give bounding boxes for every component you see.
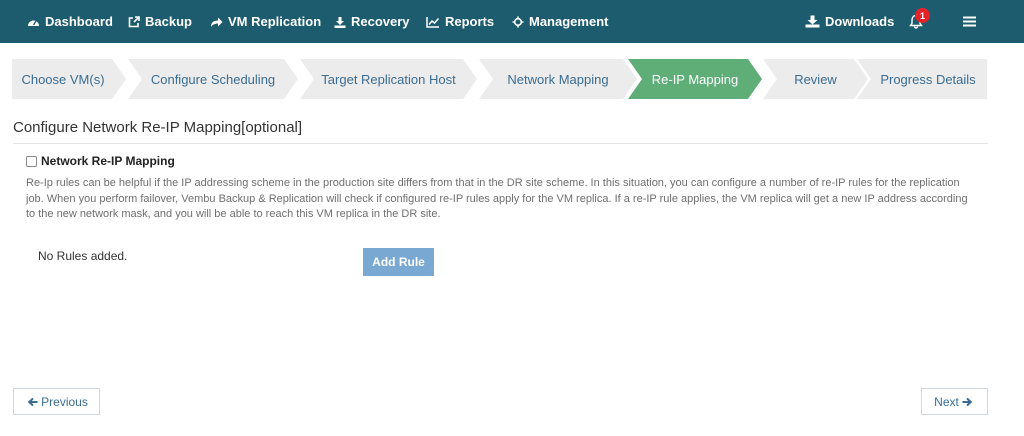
- dashboard-icon: [28, 20, 39, 26]
- nav-reports-label: Reports: [445, 14, 495, 29]
- add-rule-button[interactable]: Add Rule: [363, 248, 434, 276]
- re-ip-mapping-checkbox[interactable]: [26, 155, 37, 167]
- step-choose-vms-label: Choose VM(s): [21, 71, 105, 87]
- download-tray-icon: [334, 16, 346, 28]
- crosshair-icon: [512, 16, 524, 27]
- step-re-ip-mapping-label: Re-IP Mapping: [651, 71, 739, 87]
- arrow-right-icon: [962, 397, 972, 406]
- step-network-mapping-label: Network Mapping: [507, 71, 609, 87]
- step-choose-vms[interactable]: Choose VM(s): [12, 59, 126, 99]
- step-configure-scheduling[interactable]: Configure Scheduling: [128, 59, 298, 99]
- nav-recovery-label: Recovery: [351, 14, 410, 29]
- nav-management[interactable]: Management: [512, 0, 608, 43]
- step-target-replication-host-label: Target Replication Host: [321, 71, 456, 87]
- nav-downloads[interactable]: Downloads: [805, 0, 894, 43]
- previous-button[interactable]: Previous: [13, 388, 100, 415]
- step-re-ip-mapping[interactable]: Re-IP Mapping: [628, 59, 762, 99]
- nav-reports[interactable]: Reports: [426, 0, 494, 43]
- top-navbar: Dashboard Backup VM Replication Recovery…: [0, 0, 1024, 43]
- nav-dashboard-label: Dashboard: [45, 14, 113, 29]
- nav-vm-replication[interactable]: VM Replication: [210, 0, 321, 43]
- nav-backup-label: Backup: [145, 14, 192, 29]
- line-chart-icon: [426, 16, 440, 28]
- re-ip-description: Re-Ip rules can be helpful if the IP add…: [26, 177, 968, 220]
- wizard-steps: Choose VM(s) Configure Scheduling Target R…: [12, 59, 987, 99]
- step-review-label: Review: [794, 71, 837, 87]
- step-progress-details[interactable]: Progress Details: [857, 59, 987, 99]
- arrow-left-icon: [28, 397, 38, 406]
- step-configure-scheduling-label: Configure Scheduling: [150, 71, 276, 87]
- next-button-label: Next: [934, 394, 959, 409]
- step-progress-details-label: Progress Details: [880, 71, 976, 87]
- step-target-replication-host[interactable]: Target Replication Host: [300, 59, 477, 99]
- nav-recovery[interactable]: Recovery: [334, 0, 410, 43]
- previous-button-label: Previous: [41, 394, 88, 409]
- next-button[interactable]: Next: [921, 388, 988, 415]
- nav-management-label: Management: [529, 14, 609, 29]
- nav-vm-replication-label: VM Replication: [228, 14, 322, 29]
- menu-button[interactable]: [963, 0, 981, 43]
- re-ip-mapping-checkbox-label[interactable]: Network Re-IP Mapping: [41, 154, 175, 168]
- page-title: Configure Network Re-IP Mapping[optional…: [13, 119, 303, 136]
- step-network-mapping[interactable]: Network Mapping: [479, 59, 637, 99]
- re-ip-mapping-checkbox-row[interactable]: Network Re-IP Mapping: [26, 154, 175, 168]
- step-review[interactable]: Review: [763, 59, 868, 99]
- no-rules-text: No Rules added.: [38, 249, 128, 263]
- nav-downloads-label: Downloads: [825, 14, 895, 29]
- external-link-icon: [128, 15, 140, 27]
- nav-dashboard[interactable]: Dashboard: [27, 0, 113, 43]
- download-icon: [805, 15, 820, 28]
- section-divider: [13, 143, 988, 144]
- share-arrow-icon: [211, 17, 223, 27]
- nav-backup[interactable]: Backup: [128, 0, 192, 43]
- hamburger-menu-icon: [963, 16, 976, 27]
- notification-badge: 1: [915, 8, 930, 23]
